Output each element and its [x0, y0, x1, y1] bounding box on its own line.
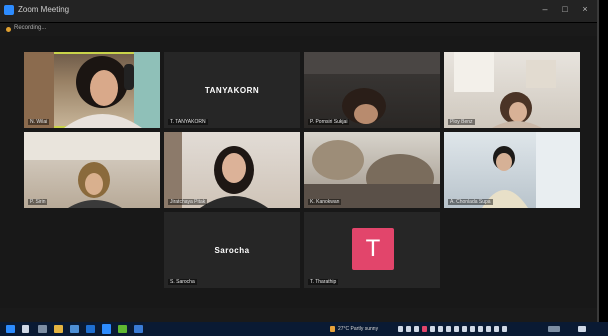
- participant-avatar: T: [352, 228, 394, 270]
- video-tile[interactable]: K. Kanokwan: [304, 132, 440, 208]
- app-taskbar-icon[interactable]: [134, 325, 143, 333]
- tray-icon[interactable]: [454, 326, 459, 332]
- video-tile[interactable]: P. Pornsiri Sukjai: [304, 52, 440, 128]
- battery-icon[interactable]: [502, 326, 507, 332]
- participant-name: Ploy Benz: [448, 119, 475, 125]
- start-icon[interactable]: [6, 325, 15, 333]
- title-bar: Zoom Meeting – □ ×: [0, 0, 597, 23]
- participant-name: Jiratchaya Pitak: [168, 199, 208, 205]
- tray-icon[interactable]: [406, 326, 411, 332]
- edge-icon[interactable]: [86, 325, 95, 333]
- zoom-taskbar-icon[interactable]: [102, 324, 111, 334]
- windows-taskbar: 27°C Partly sunny: [0, 322, 608, 336]
- zoom-window: Zoom Meeting – □ × Recording... N. Wilai…: [0, 0, 599, 336]
- participant-name: P. Pornsiri Sukjai: [308, 119, 350, 125]
- tray-icon[interactable]: [438, 326, 443, 332]
- video-tile[interactable]: N. Wilai: [24, 52, 160, 128]
- participant-video: [454, 52, 556, 128]
- participant-name: T. TANYAKORN: [168, 119, 208, 125]
- meeting-status-bar: Recording...: [0, 23, 597, 35]
- participant-video: [24, 132, 160, 208]
- tray-icon[interactable]: [414, 326, 419, 332]
- tray-icon[interactable]: [398, 326, 403, 332]
- tray-icon[interactable]: [478, 326, 483, 332]
- recording-icon: [6, 27, 11, 32]
- video-tile[interactable]: Jiratchaya Pitak: [164, 132, 300, 208]
- video-tile[interactable]: A. Chonlada Supa: [444, 132, 580, 208]
- network-icon[interactable]: [486, 326, 491, 332]
- recording-label: Recording...: [14, 25, 47, 31]
- window-title: Zoom Meeting: [18, 5, 70, 14]
- clock-icon[interactable]: [548, 326, 560, 332]
- participant-video: [164, 132, 268, 208]
- gallery-view: N. Wilai TANYAKORN T. TANYAKORN P. Porns…: [0, 36, 597, 308]
- file-explorer-icon[interactable]: [54, 325, 63, 333]
- participant-name: A. Chonlada Supa: [448, 199, 493, 205]
- weather-icon[interactable]: [330, 326, 335, 332]
- close-icon[interactable]: ×: [578, 4, 592, 14]
- participant-name: N. Wilai: [28, 119, 50, 125]
- video-tile[interactable]: P. Sirin: [24, 132, 160, 208]
- task-view-icon[interactable]: [38, 325, 47, 333]
- maximize-icon[interactable]: □: [558, 4, 572, 14]
- tray-icon[interactable]: [446, 326, 451, 332]
- participant-display-name: TANYAKORN: [204, 86, 260, 95]
- video-tile[interactable]: T T. Tharathip: [304, 212, 440, 288]
- app-taskbar-icon[interactable]: [118, 325, 127, 333]
- participant-video: [482, 132, 580, 208]
- participant-video: [304, 52, 440, 124]
- participant-name: K. Kanokwan: [308, 199, 342, 205]
- video-tile[interactable]: TANYAKORN T. TANYAKORN: [164, 52, 300, 128]
- tray-icon[interactable]: [430, 326, 435, 332]
- tray-icon[interactable]: [470, 326, 475, 332]
- tray-icon[interactable]: [462, 326, 467, 332]
- tray-icon[interactable]: [422, 326, 427, 332]
- weather-text: 27°C Partly sunny: [338, 326, 379, 332]
- participant-name: T. Tharathip: [308, 279, 339, 285]
- minimize-icon[interactable]: –: [538, 4, 552, 14]
- video-tile[interactable]: Sarocha S. Sarocha: [164, 212, 300, 288]
- notification-icon[interactable]: [578, 326, 586, 332]
- participant-name: P. Sirin: [28, 199, 48, 205]
- participant-name: S. Sarocha: [168, 279, 197, 285]
- mail-icon[interactable]: [70, 325, 79, 333]
- participant-display-name: Sarocha: [214, 246, 250, 255]
- participant-video: [24, 52, 160, 128]
- volume-icon[interactable]: [494, 326, 499, 332]
- zoom-app-icon: [4, 5, 14, 15]
- search-icon[interactable]: [22, 325, 29, 333]
- video-tile[interactable]: Ploy Benz: [444, 52, 580, 128]
- participant-video: [304, 140, 440, 208]
